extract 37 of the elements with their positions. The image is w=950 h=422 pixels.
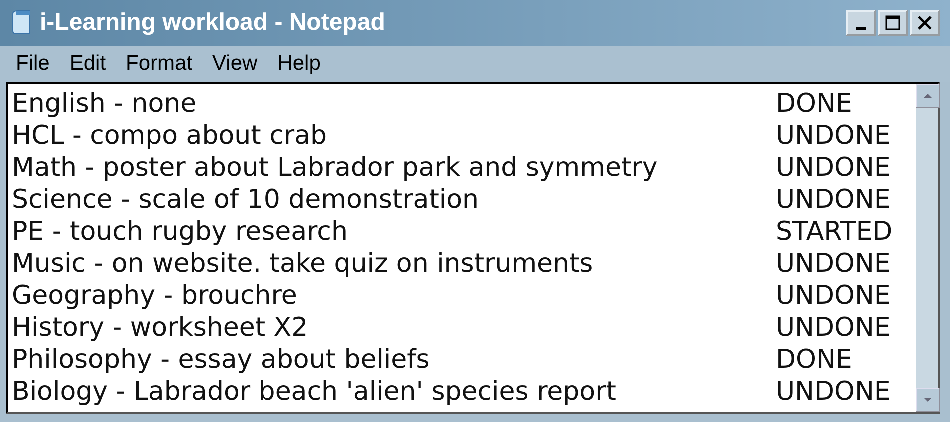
minimize-button[interactable] — [846, 10, 876, 36]
status-text: UNDONE — [776, 121, 892, 151]
status-text: DONE — [776, 345, 854, 375]
maximize-button[interactable] — [878, 10, 908, 36]
task-text: Geography - brouchre — [12, 281, 298, 311]
notepad-icon — [10, 10, 32, 36]
task-text: PE - touch rugby research — [12, 217, 349, 247]
status-text: UNDONE — [776, 313, 892, 343]
task-text: English - none — [12, 89, 198, 119]
window-title: i-Learning workload - Notepad — [40, 9, 386, 37]
menu-item[interactable]: Format — [118, 50, 201, 78]
scrollbar[interactable] — [916, 84, 938, 412]
task-text: Science - scale of 10 demonstration — [12, 185, 480, 215]
close-button[interactable] — [910, 10, 940, 36]
menu-item[interactable]: View — [204, 50, 266, 78]
menu-item[interactable]: Edit — [62, 50, 114, 78]
status-text: STARTED — [776, 217, 894, 247]
maximize-icon — [885, 15, 901, 31]
status-text: DONE — [776, 89, 854, 119]
text-area[interactable] — [6, 82, 940, 414]
status-text: UNDONE — [776, 153, 892, 183]
task-text: HCL - compo about crab — [12, 121, 328, 151]
task-text: History - worksheet X2 — [12, 313, 310, 343]
close-icon — [917, 15, 933, 31]
menu-item[interactable]: Help — [270, 50, 329, 78]
task-text: Biology - Labrador beach 'alien' species report — [12, 377, 618, 407]
menu-item[interactable]: File — [8, 50, 58, 78]
status-text: UNDONE — [776, 281, 892, 311]
task-text: Music - on website. take quiz on instruments — [12, 249, 594, 279]
scroll-down-icon[interactable] — [916, 388, 940, 412]
status-text: UNDONE — [776, 377, 892, 407]
task-text: Philosophy - essay about beliefs — [12, 345, 431, 375]
minimize-icon — [856, 26, 866, 30]
status-text: UNDONE — [776, 249, 892, 279]
task-text: Math - poster about Labrador park and symmetry — [12, 153, 659, 183]
status-text: UNDONE — [776, 185, 892, 215]
scroll-up-icon[interactable] — [916, 84, 940, 108]
